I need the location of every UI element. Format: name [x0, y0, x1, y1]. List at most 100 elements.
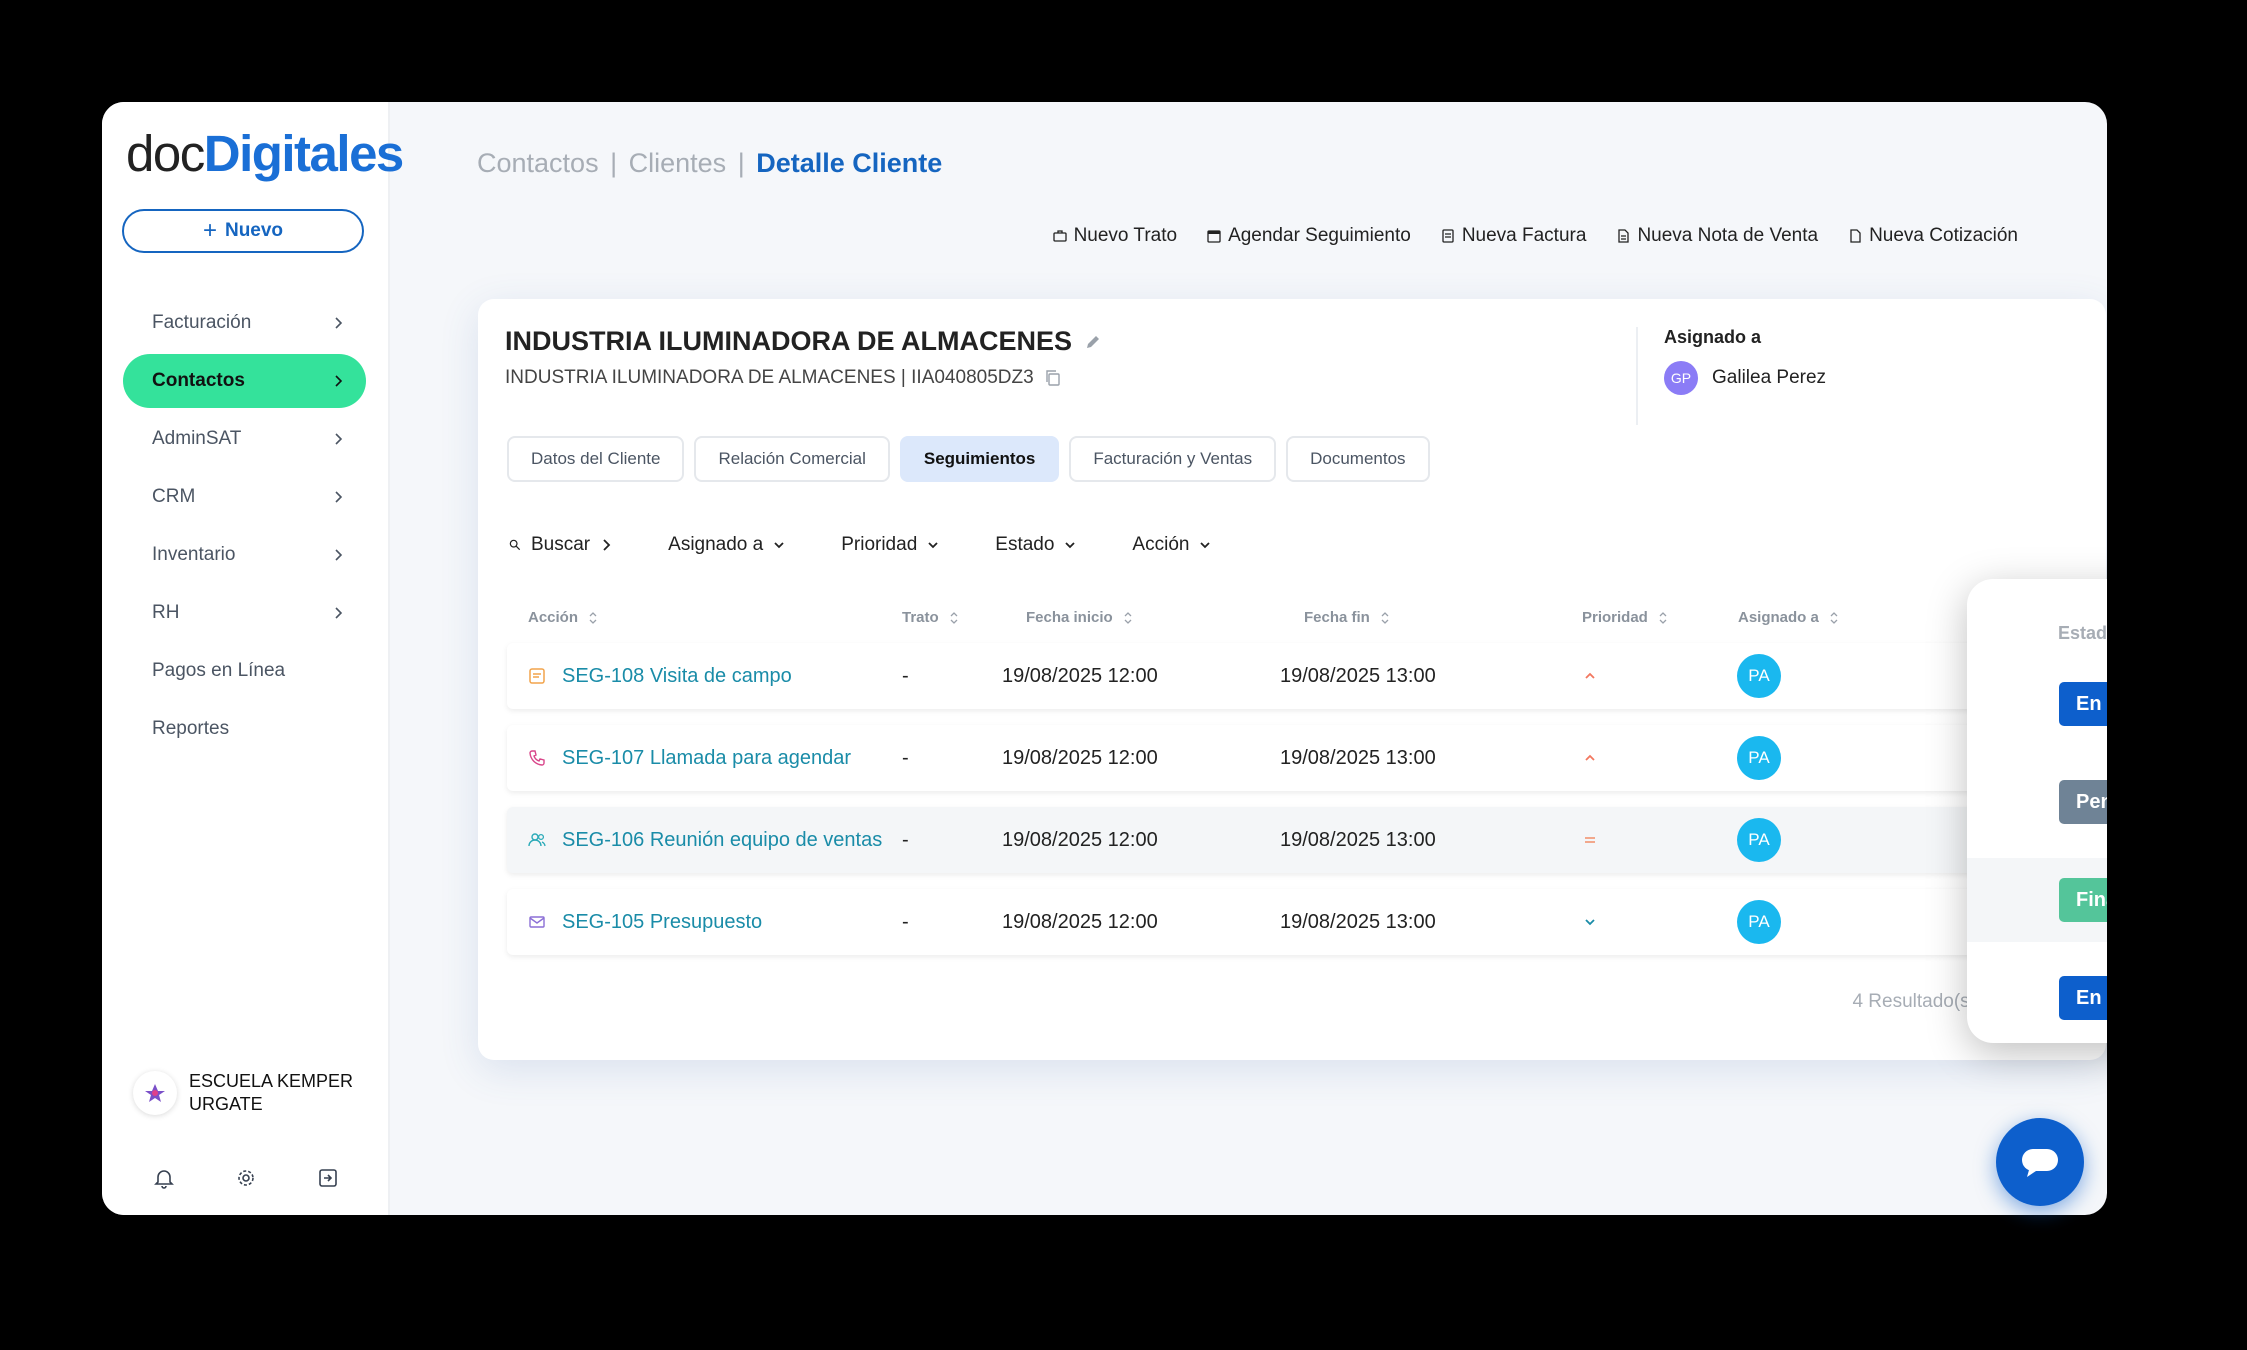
note-icon	[529, 668, 545, 684]
prioridad-filter[interactable]: Prioridad	[841, 534, 939, 556]
sidebar-item-pagos[interactable]: Pagos en Línea	[123, 644, 366, 698]
status-badge[interactable]: Pendiente	[2059, 780, 2107, 824]
column-header-asignado[interactable]: Asignado a	[1738, 609, 1839, 626]
agendar-seguimiento-button[interactable]: Agendar Seguimiento	[1207, 225, 1411, 247]
edit-icon[interactable]	[1084, 333, 1102, 351]
accion-filter[interactable]: Acción	[1132, 534, 1211, 556]
document-icon	[1850, 229, 1861, 243]
organization-switcher[interactable]: ESCUELA KEMPER URGATE	[133, 1070, 353, 1116]
status-row: Finalizado	[1967, 858, 2107, 942]
org-logo	[133, 1071, 177, 1115]
column-header-estado[interactable]: Estado	[2058, 623, 2107, 644]
table-row[interactable]: SEG-106 Reunión equipo de ventas - 19/08…	[507, 807, 2107, 873]
nueva-cotizacion-button[interactable]: Nueva Cotización	[1848, 225, 2018, 247]
sidebar-item-facturacion[interactable]: Facturación	[123, 296, 366, 350]
chat-button[interactable]	[1996, 1118, 2084, 1206]
search-icon	[509, 539, 521, 551]
status-row: En curso	[1967, 662, 2107, 746]
status-row: En curso	[1967, 956, 2107, 1040]
avatar: GP	[1664, 361, 1698, 395]
estado-column-overlay: Estado En curso Pendiente Finalizado En …	[1967, 579, 2107, 1043]
column-header-prioridad[interactable]: Prioridad	[1582, 609, 1668, 626]
nueva-nota-venta-button[interactable]: Nueva Nota de Venta	[1616, 225, 1818, 247]
chevron-right-icon	[335, 491, 343, 503]
tab-seguimientos[interactable]: Seguimientos	[899, 436, 1060, 482]
bell-icon[interactable]	[152, 1166, 176, 1190]
sort-icon	[1659, 611, 1667, 624]
action-link[interactable]: SEG-106 Reunión equipo de ventas	[562, 829, 882, 852]
avatar[interactable]: PA	[1737, 736, 1781, 780]
nuevo-trato-button[interactable]: Nuevo Trato	[1052, 225, 1177, 247]
chevron-right-icon	[603, 539, 611, 551]
sidebar-item-inventario[interactable]: Inventario	[123, 528, 366, 582]
table-row[interactable]: SEG-107 Llamada para agendar - 19/08/202…	[507, 725, 2107, 791]
status-badge[interactable]: Finalizado	[2059, 878, 2107, 922]
nueva-factura-button[interactable]: Nueva Factura	[1441, 225, 1586, 247]
column-header-fecha-inicio[interactable]: Fecha inicio	[1026, 609, 1133, 626]
sidebar-footer	[152, 1166, 340, 1190]
client-tabs: Datos del Cliente Relación Comercial Seg…	[507, 436, 1430, 482]
calendar-icon	[1207, 230, 1221, 243]
sidebar-item-rh[interactable]: RH	[123, 586, 366, 640]
table-row[interactable]: SEG-108 Visita de campo - 19/08/2025 12:…	[507, 643, 2107, 709]
sort-icon	[1830, 611, 1838, 624]
mail-icon	[529, 916, 545, 928]
receipt-icon	[1618, 229, 1630, 243]
chevron-down-icon	[928, 542, 938, 549]
action-link[interactable]: SEG-107 Llamada para agendar	[562, 747, 851, 770]
avatar[interactable]: PA	[1737, 900, 1781, 944]
logo[interactable]: docDigitales	[126, 124, 404, 183]
chevron-right-icon	[335, 433, 343, 445]
assigned-user[interactable]: GP Galilea Perez	[1664, 361, 1826, 395]
quick-actions: Nuevo Trato Agendar Seguimiento Nueva Fa…	[1052, 225, 2018, 247]
asignado-filter[interactable]: Asignado a	[668, 534, 785, 556]
chevron-right-icon	[335, 375, 343, 387]
chat-icon	[2022, 1149, 2058, 1177]
breadcrumb: Contactos | Clientes | Detalle Cliente	[477, 148, 943, 178]
sort-icon	[1124, 611, 1132, 624]
chevron-down-icon	[774, 542, 784, 549]
action-link[interactable]: SEG-108 Visita de campo	[562, 665, 792, 688]
new-button[interactable]: + Nuevo	[122, 209, 364, 253]
tab-relacion-comercial[interactable]: Relación Comercial	[694, 436, 890, 482]
tab-documentos[interactable]: Documentos	[1286, 436, 1430, 482]
estado-filter[interactable]: Estado	[995, 534, 1076, 556]
sidebar-item-contactos[interactable]: Contactos	[123, 354, 366, 408]
priority-high-icon	[1585, 754, 1595, 761]
column-header-fecha-fin[interactable]: Fecha fin	[1304, 609, 1390, 626]
column-header-accion[interactable]: Acción	[528, 609, 598, 626]
table-row[interactable]: SEG-105 Presupuesto - 19/08/2025 12:00 1…	[507, 889, 2107, 955]
sidebar-item-adminsat[interactable]: AdminSAT	[123, 412, 366, 466]
briefcase-icon	[1052, 230, 1067, 242]
chevron-right-icon	[335, 317, 343, 329]
sort-icon	[1381, 611, 1389, 624]
priority-medium-icon	[1585, 837, 1595, 843]
column-header-trato[interactable]: Trato	[902, 609, 959, 626]
tab-facturacion-ventas[interactable]: Facturación y Ventas	[1069, 436, 1277, 482]
client-rfc: INDUSTRIA ILUMINADORA DE ALMACENES | IIA…	[505, 367, 1062, 389]
header-divider	[1636, 327, 1638, 425]
results-count: 4 Resultado(s)	[1852, 991, 1976, 1012]
assigned-label: Asignado a	[1664, 327, 1762, 347]
breadcrumb-contactos[interactable]: Contactos	[477, 148, 599, 178]
filter-bar: Buscar Asignado a Prioridad Estado Acció…	[509, 534, 1267, 556]
sort-icon	[950, 611, 958, 624]
logout-icon[interactable]	[316, 1166, 340, 1190]
gear-icon[interactable]	[234, 1166, 258, 1190]
avatar[interactable]: PA	[1737, 818, 1781, 862]
action-link[interactable]: SEG-105 Presupuesto	[562, 911, 762, 934]
breadcrumb-clientes[interactable]: Clientes	[629, 148, 727, 178]
breadcrumb-current: Detalle Cliente	[756, 148, 943, 178]
chevron-down-icon	[1200, 542, 1211, 549]
avatar[interactable]: PA	[1737, 654, 1781, 698]
search-filter[interactable]: Buscar	[509, 534, 612, 556]
tab-datos-cliente[interactable]: Datos del Cliente	[507, 436, 685, 482]
sidebar-item-reportes[interactable]: Reportes	[123, 702, 366, 756]
people-icon	[528, 833, 546, 847]
copy-icon[interactable]	[1044, 369, 1062, 387]
status-badge[interactable]: En curso	[2059, 976, 2107, 1020]
priority-high-icon	[1585, 672, 1595, 679]
sidebar-item-crm[interactable]: CRM	[123, 470, 366, 524]
status-row: Pendiente	[1967, 760, 2107, 844]
status-badge[interactable]: En curso	[2059, 682, 2107, 726]
